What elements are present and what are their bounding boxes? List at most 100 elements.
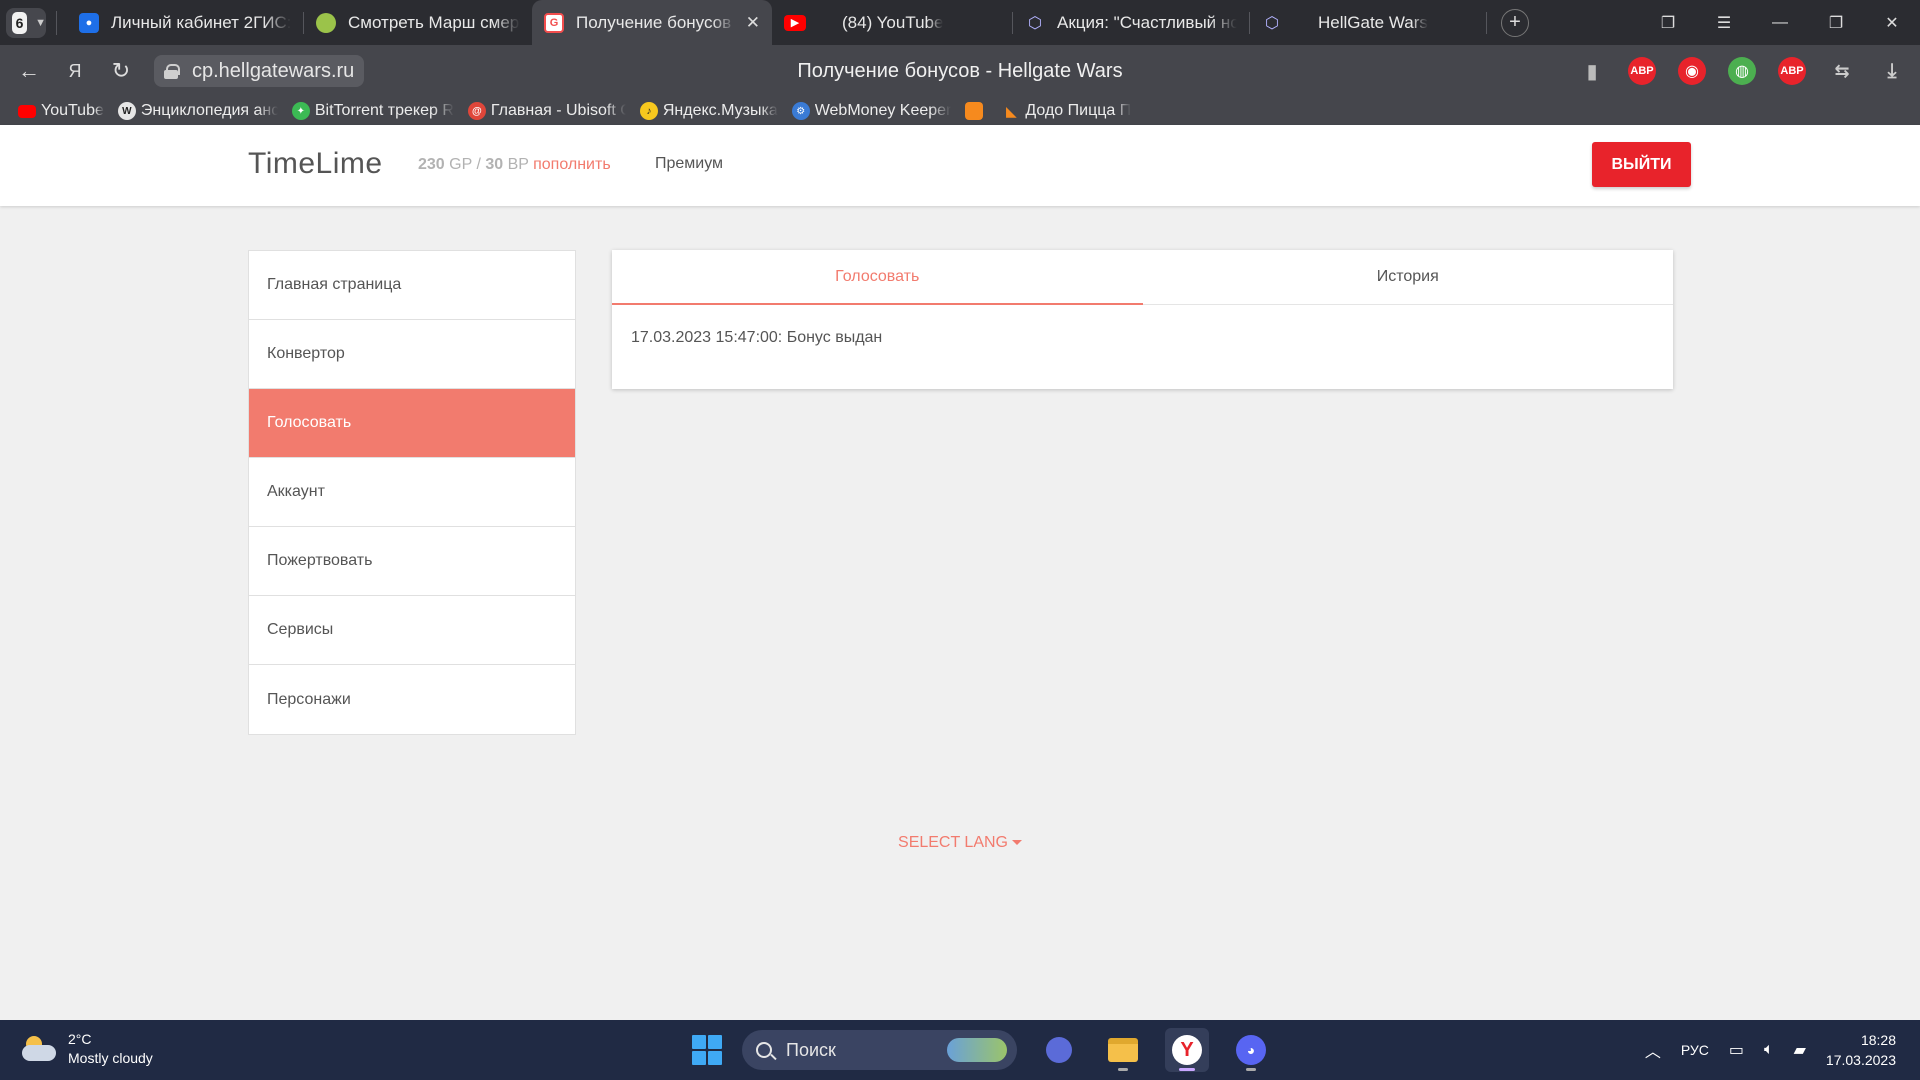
- 2gis-icon: ●: [79, 12, 99, 33]
- tab-2gis[interactable]: ● Личный кабинет 2ГИС: С: [67, 0, 303, 45]
- torrent-icon: ✦: [291, 102, 310, 120]
- bookmark-torrent[interactable]: ✦ BitTorrent трекер R: [291, 102, 454, 120]
- pizza-icon: ◣: [1006, 102, 1017, 119]
- chevron-up-icon[interactable]: ︿: [1645, 1038, 1661, 1062]
- site-logo[interactable]: TimeLime: [248, 147, 383, 181]
- bookmark-ubisoft[interactable]: @ Главная - Ubisoft С: [467, 102, 626, 120]
- address-bar: ← Я ↻ cp.hellgatewars.ru Получение бонус…: [0, 45, 1920, 97]
- topup-link[interactable]: пополнить: [533, 156, 611, 173]
- tab-youtube[interactable]: ▶ (84) YouTube: [772, 0, 1012, 45]
- yandex-browser-icon[interactable]: Y: [1165, 1028, 1209, 1072]
- sidebar-item-characters[interactable]: Персонажи: [249, 665, 575, 734]
- url-text: cp.hellgatewars.ru: [192, 59, 355, 82]
- tab-title: Акция: "Счастливый ном: [1057, 12, 1237, 32]
- menu-icon[interactable]: ☰: [1696, 13, 1752, 33]
- sidebar-item-account[interactable]: Аккаунт: [249, 458, 575, 527]
- balance: 230 GP / 30 BP пополнить: [418, 156, 611, 174]
- search-placeholder: Поиск: [786, 1039, 836, 1060]
- translate-icon[interactable]: ⇆: [1828, 57, 1856, 85]
- bookmark-label: Додо Пицца П: [1025, 102, 1132, 119]
- wiki-icon: W: [117, 102, 136, 120]
- tab-divider: [1486, 11, 1487, 34]
- tab-bonus-active[interactable]: G Получение бонусов - ✕: [532, 0, 772, 45]
- sidebar-item-services[interactable]: Сервисы: [249, 596, 575, 665]
- tab-counter-button[interactable]: 6 ▼: [6, 7, 46, 38]
- gp-value: 230: [418, 156, 445, 173]
- yandex-music-icon: ♪: [639, 102, 658, 120]
- meet-camera-icon[interactable]: [1037, 1028, 1081, 1072]
- discord-icon[interactable]: ◕: [1229, 1028, 1273, 1072]
- weather-temperature: 2°C: [68, 1031, 92, 1047]
- bookmark-webmoney[interactable]: ⚙ WebMoney Keeper: [791, 102, 951, 120]
- download-icon[interactable]: ⤓: [1878, 57, 1906, 85]
- tab-title: HellGate Wars: [1318, 12, 1428, 32]
- volume-icon[interactable]: 🔈︎: [1764, 1041, 1774, 1059]
- extension-icons: ▮ ABP ◉ ◍ ABP ⇆ ⤓: [1578, 45, 1906, 97]
- back-arrow-icon[interactable]: ←: [6, 58, 52, 84]
- bookmark-dodo[interactable]: ◣ Додо Пицца П: [1002, 102, 1131, 120]
- vpn-globe-icon[interactable]: ◍: [1728, 57, 1756, 85]
- reload-icon[interactable]: ↻: [98, 58, 144, 84]
- bp-value: 30: [485, 156, 504, 173]
- antivirus-icon[interactable]: ◉: [1678, 57, 1706, 85]
- vote-panel: Голосовать История 17.03.2023 15:47:00: …: [612, 250, 1673, 389]
- gp-unit: GP: [449, 156, 472, 173]
- search-icon: [756, 1042, 772, 1058]
- bookmark-label: YouTube: [41, 102, 104, 119]
- bookmark-icon[interactable]: ▮: [1578, 57, 1606, 85]
- hexagon-icon: ⬡: [1265, 14, 1279, 32]
- content-tabs: Голосовать История: [612, 250, 1673, 305]
- restore-icon[interactable]: ❐: [1808, 13, 1864, 33]
- battery-icon[interactable]: ▰: [1794, 1040, 1806, 1060]
- caret-down-icon: [1011, 840, 1022, 846]
- close-icon[interactable]: ✕: [746, 13, 760, 33]
- yandex-icon[interactable]: Я: [52, 61, 98, 82]
- cloudy-weather-icon: [22, 1036, 56, 1062]
- tab-promo[interactable]: ⬡ Акция: "Счастливый ном: [1013, 0, 1249, 45]
- sidebar-item-vote[interactable]: Голосовать: [249, 389, 575, 458]
- weather-description: Mostly cloudy: [68, 1050, 153, 1066]
- adblock-plus-icon[interactable]: ABP: [1778, 57, 1806, 85]
- sidebar-item-converter[interactable]: Конвертор: [249, 320, 575, 389]
- file-explorer-icon[interactable]: [1101, 1028, 1145, 1072]
- logout-button[interactable]: ВЫЙТИ: [1592, 142, 1691, 187]
- tab-count: 6: [12, 11, 28, 34]
- adblock-icon[interactable]: ABP: [1628, 57, 1656, 85]
- bookmark-yandex-music[interactable]: ♪ Яндекс.Музыка: [639, 102, 778, 120]
- taskbar-search[interactable]: Поиск: [742, 1030, 1017, 1070]
- minimize-icon[interactable]: —: [1752, 14, 1808, 32]
- language-selector[interactable]: SELECT LANG: [0, 834, 1920, 852]
- close-window-icon[interactable]: ✕: [1864, 13, 1920, 33]
- new-tab-button[interactable]: +: [1501, 8, 1529, 37]
- sidebar-item-donate[interactable]: Пожертвовать: [249, 527, 575, 596]
- bookmark-label: BitTorrent трекер R: [314, 102, 454, 119]
- bookmark-label: Главная - Ubisoft С: [490, 102, 626, 119]
- clock-date: 17.03.2023: [1825, 1052, 1896, 1068]
- network-icon[interactable]: ▭: [1729, 1040, 1744, 1060]
- bookmark-label: Яндекс.Музыка: [662, 102, 778, 119]
- tab-title: Личный кабинет 2ГИС: С: [111, 12, 291, 32]
- tab-history[interactable]: История: [1143, 250, 1674, 304]
- tab-march[interactable]: Смотреть Марш смерти: [304, 0, 532, 45]
- tab-vote[interactable]: Голосовать: [612, 250, 1143, 305]
- tab-hellgate[interactable]: ⬡ HellGate Wars: [1250, 0, 1486, 45]
- browser-tab-bar: 6 ▼ ● Личный кабинет 2ГИС: С Смотреть Ма…: [0, 0, 1920, 45]
- clock[interactable]: 18:28 17.03.2023: [1826, 1030, 1896, 1070]
- lock-icon: [164, 64, 180, 79]
- windows-start-icon[interactable]: [692, 1035, 722, 1065]
- url-field[interactable]: cp.hellgatewars.ru: [154, 55, 365, 87]
- ubisoft-icon: @: [467, 102, 486, 120]
- sidebar-item-home[interactable]: Главная страница: [249, 251, 575, 320]
- tab-title: Получение бонусов -: [576, 12, 736, 32]
- youtube-icon: [18, 104, 36, 118]
- hellgate-g-icon: G: [544, 12, 564, 33]
- tabs-collection-icon[interactable]: ❐: [1640, 13, 1696, 33]
- language-selector-label: SELECT LANG: [898, 834, 1008, 851]
- bookmark-encyclopedia[interactable]: W Энциклопедия анс: [117, 102, 278, 120]
- weather-widget[interactable]: 2°C Mostly cloudy: [22, 1030, 153, 1068]
- bookmark-youtube[interactable]: YouTube: [18, 102, 104, 120]
- bookmark-orange[interactable]: [965, 102, 988, 120]
- bookmark-label: Энциклопедия анс: [140, 102, 278, 119]
- premium-link[interactable]: Премиум: [655, 155, 723, 173]
- input-language[interactable]: РУС: [1681, 1042, 1709, 1058]
